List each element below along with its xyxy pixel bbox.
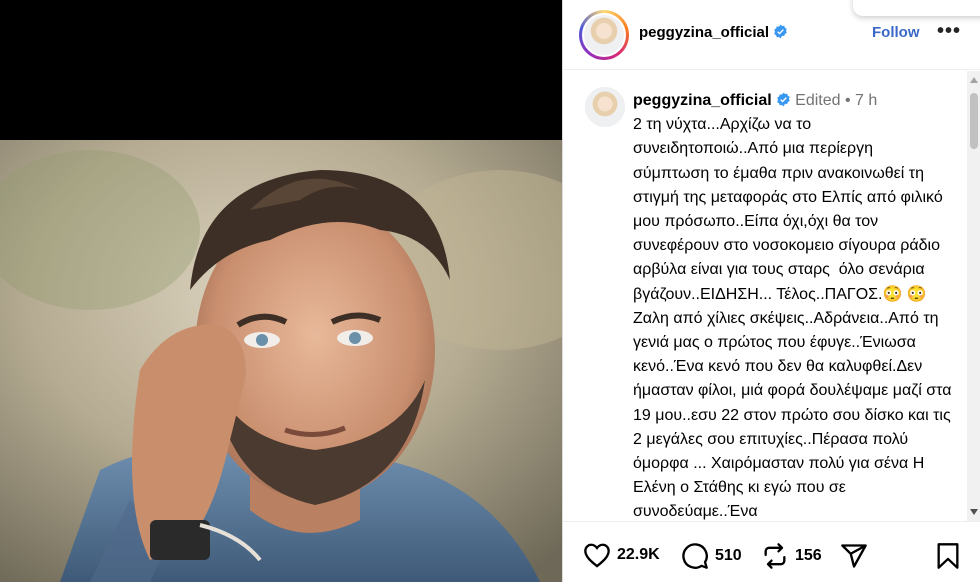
header-username[interactable]: peggyzina_official xyxy=(639,24,788,41)
comments-count[interactable]: 510 xyxy=(715,547,742,565)
caption-section: peggyzina_official Edited • 7 h 2 τη νύχ… xyxy=(563,71,980,521)
scroll-up-icon[interactable] xyxy=(970,77,978,83)
more-options-icon[interactable]: ••• xyxy=(937,20,961,43)
edited-label: Edited xyxy=(795,92,841,109)
share-icon xyxy=(841,544,867,568)
post-actions: 22.9K 510 156 xyxy=(563,521,980,582)
caption-body: 2 τη νύχτα...Αρχίζω να το συνειδητοποιώ.… xyxy=(633,116,956,521)
share-button[interactable] xyxy=(839,542,869,570)
likes-count[interactable]: 22.9K xyxy=(617,546,660,564)
verified-badge-icon xyxy=(776,92,790,107)
scroll-thumb[interactable] xyxy=(970,93,978,149)
caption-text: peggyzina_official Edited • 7 h 2 τη νύχ… xyxy=(633,89,953,521)
caption-username[interactable]: peggyzina_official xyxy=(633,92,772,109)
scroll-down-icon[interactable] xyxy=(970,509,978,515)
heart-icon xyxy=(584,543,610,568)
bookmark-icon xyxy=(937,543,959,569)
meta-separator: • xyxy=(844,92,851,109)
repost-button[interactable]: 156 xyxy=(761,542,822,570)
repost-icon xyxy=(764,543,786,569)
save-button[interactable] xyxy=(935,542,961,570)
reposts-count[interactable]: 156 xyxy=(795,547,822,565)
post-photo xyxy=(0,140,562,582)
profile-avatar[interactable] xyxy=(579,10,629,60)
follow-button[interactable]: Follow xyxy=(872,24,920,41)
caption-avatar[interactable] xyxy=(585,87,625,127)
verified-badge-icon xyxy=(774,24,787,39)
post-header: peggyzina_official Follow ••• xyxy=(563,0,980,70)
like-button[interactable]: 22.9K xyxy=(583,542,660,568)
comment-icon xyxy=(682,543,708,569)
comment-button[interactable]: 510 xyxy=(681,542,742,570)
portrait-illustration xyxy=(0,140,562,582)
post-media[interactable] xyxy=(0,0,562,582)
post-details-panel: peggyzina_official Follow ••• peggyzina_… xyxy=(562,0,980,582)
post-time[interactable]: 7 h xyxy=(855,92,877,109)
caption-scrollbar[interactable] xyxy=(967,71,980,521)
